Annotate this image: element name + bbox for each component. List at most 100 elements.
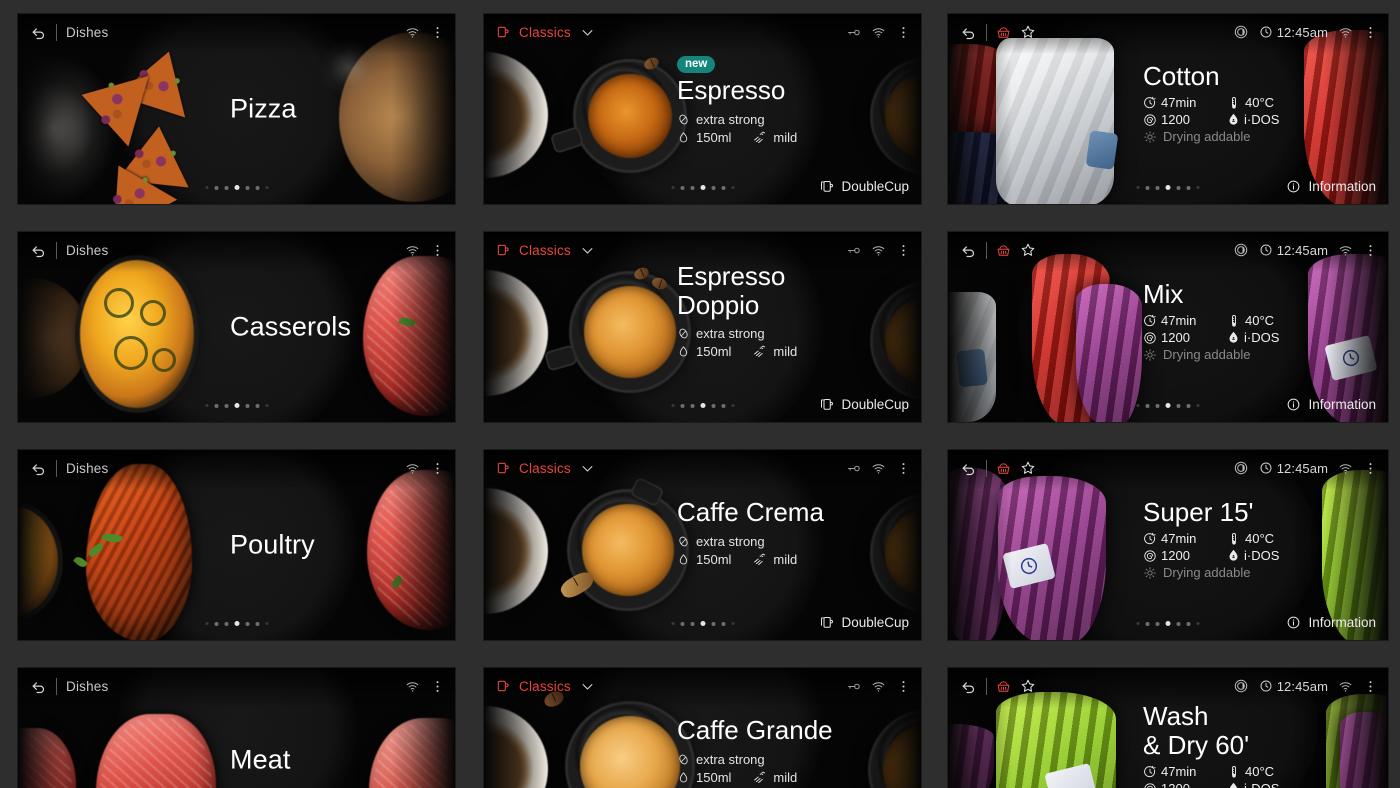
pagination-dot[interactable] — [1145, 621, 1150, 626]
pagination-dot[interactable] — [205, 622, 208, 625]
star-outline-icon[interactable] — [1020, 460, 1036, 476]
overflow-menu-icon[interactable] — [1363, 25, 1378, 40]
wifi-icon[interactable] — [1338, 461, 1353, 476]
wifi-icon[interactable] — [1338, 679, 1353, 694]
wifi-icon[interactable] — [871, 25, 886, 40]
information-action[interactable]: Information — [1286, 397, 1376, 412]
pagination-dot[interactable] — [1155, 403, 1160, 408]
pagination-dot[interactable] — [214, 621, 218, 626]
pagination-dot[interactable] — [255, 185, 259, 190]
pagination-dot[interactable] — [1165, 621, 1171, 626]
wifi-icon[interactable] — [871, 679, 886, 694]
pagination-dots[interactable] — [1136, 403, 1200, 408]
key-icon[interactable] — [846, 25, 861, 40]
back-arrow-icon[interactable] — [960, 24, 977, 41]
pagination-dot[interactable] — [1165, 185, 1171, 190]
back-arrow-icon[interactable] — [960, 460, 977, 477]
classics-label[interactable]: Classics — [519, 243, 571, 258]
pagination-dots[interactable] — [205, 621, 268, 626]
pagination-dots[interactable] — [1136, 185, 1200, 190]
pagination-dot[interactable] — [680, 403, 684, 408]
pagination-dot[interactable] — [245, 403, 249, 408]
star-outline-icon[interactable] — [1020, 24, 1036, 40]
pagination-dot[interactable] — [1136, 186, 1140, 189]
wifi-icon[interactable] — [871, 461, 886, 476]
overflow-menu-icon[interactable] — [1363, 679, 1378, 694]
dish-card[interactable]: Dishes Casserols — [18, 232, 455, 422]
overflow-menu-icon[interactable] — [896, 679, 911, 694]
laundry-basket-icon[interactable] — [996, 25, 1011, 40]
coffee-card[interactable]: Classics Espresso Doppio extra strong 15… — [484, 232, 921, 422]
back-arrow-icon[interactable] — [30, 678, 47, 695]
back-arrow-icon[interactable] — [960, 242, 977, 259]
pagination-dot[interactable] — [731, 404, 734, 407]
pagination-dot[interactable] — [265, 404, 268, 407]
overflow-menu-icon[interactable] — [430, 679, 445, 694]
star-outline-icon[interactable] — [1020, 678, 1036, 694]
classics-label[interactable]: Classics — [519, 679, 571, 694]
chevron-down-icon[interactable] — [580, 25, 595, 40]
pagination-dot[interactable] — [711, 403, 715, 408]
pagination-dot[interactable] — [1176, 185, 1181, 190]
pagination-dot[interactable] — [1176, 403, 1181, 408]
drum-icon[interactable] — [1233, 24, 1249, 40]
wifi-icon[interactable] — [1338, 25, 1353, 40]
pagination-dot[interactable] — [245, 621, 249, 626]
pagination-dot[interactable] — [1136, 622, 1140, 625]
pagination-dot[interactable] — [255, 403, 259, 408]
overflow-menu-icon[interactable] — [1363, 461, 1378, 476]
chevron-down-icon[interactable] — [580, 243, 595, 258]
information-action[interactable]: Information — [1286, 615, 1376, 630]
pagination-dot[interactable] — [1196, 186, 1200, 189]
pagination-dot[interactable] — [224, 403, 228, 408]
doublecup-action[interactable]: DoubleCup — [819, 397, 909, 412]
laundry-card[interactable]: 12:45am Cotton 47min 40°C 1200 i·DOS Dry… — [948, 14, 1388, 204]
star-outline-icon[interactable] — [1020, 242, 1036, 258]
pagination-dot[interactable] — [205, 186, 208, 189]
pagination-dot[interactable] — [1186, 403, 1191, 408]
laundry-card[interactable]: 12:45am Super 15' 47min 40°C 1200 i·DOS … — [948, 450, 1388, 640]
wifi-icon[interactable] — [405, 679, 420, 694]
pagination-dot[interactable] — [700, 403, 705, 408]
dish-card[interactable]: Dishes Pizza — [18, 14, 455, 204]
back-arrow-icon[interactable] — [30, 460, 47, 477]
laundry-basket-icon[interactable] — [996, 679, 1011, 694]
pagination-dot[interactable] — [214, 185, 218, 190]
wifi-icon[interactable] — [1338, 243, 1353, 258]
pagination-dots[interactable] — [671, 621, 734, 626]
overflow-menu-icon[interactable] — [896, 461, 911, 476]
pagination-dot[interactable] — [1196, 404, 1200, 407]
classics-label[interactable]: Classics — [519, 461, 571, 476]
pagination-dot[interactable] — [671, 404, 674, 407]
laundry-card[interactable]: 12:45am Wash & Dry 60' 47min 40°C 1200 — [948, 668, 1388, 788]
back-arrow-icon[interactable] — [30, 242, 47, 259]
pagination-dots[interactable] — [1136, 621, 1200, 626]
overflow-menu-icon[interactable] — [430, 25, 445, 40]
coffee-card[interactable]: Classics Caffe Crema extra strong 150ml … — [484, 450, 921, 640]
wifi-icon[interactable] — [405, 461, 420, 476]
dish-card[interactable]: Dishes Meat — [18, 668, 455, 788]
overflow-menu-icon[interactable] — [430, 461, 445, 476]
pagination-dot[interactable] — [690, 403, 694, 408]
pagination-dot[interactable] — [671, 186, 674, 189]
laundry-card[interactable]: 12:45am Mix 47min 40°C 1200 i·DOS Drying… — [948, 232, 1388, 422]
pagination-dot[interactable] — [255, 621, 259, 626]
pagination-dot[interactable] — [731, 186, 734, 189]
pagination-dot[interactable] — [671, 622, 674, 625]
pagination-dot[interactable] — [265, 186, 268, 189]
information-action[interactable]: Information — [1286, 179, 1376, 194]
laundry-basket-icon[interactable] — [996, 461, 1011, 476]
pagination-dot[interactable] — [1155, 185, 1160, 190]
pagination-dot[interactable] — [234, 403, 239, 408]
pagination-dot[interactable] — [711, 185, 715, 190]
coffee-card[interactable]: Classics Caffe Grande extra strong 150ml… — [484, 668, 921, 788]
pagination-dot[interactable] — [700, 621, 705, 626]
overflow-menu-icon[interactable] — [430, 243, 445, 258]
drum-icon[interactable] — [1233, 242, 1249, 258]
wifi-icon[interactable] — [405, 25, 420, 40]
drum-icon[interactable] — [1233, 678, 1249, 694]
laundry-basket-icon[interactable] — [996, 243, 1011, 258]
pagination-dot[interactable] — [711, 621, 715, 626]
pagination-dots[interactable] — [205, 403, 268, 408]
pagination-dot[interactable] — [224, 185, 228, 190]
